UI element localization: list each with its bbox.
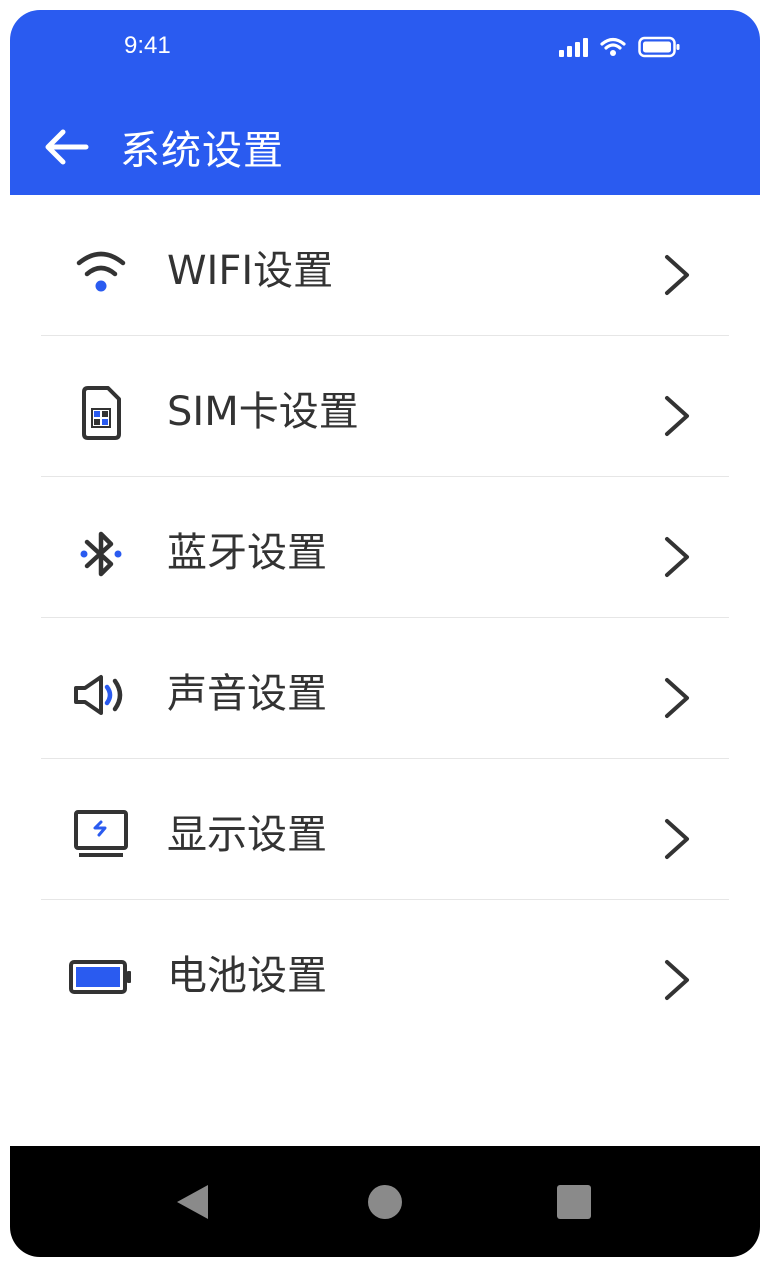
nav-back-button[interactable] — [170, 1180, 214, 1224]
status-icons — [558, 36, 680, 58]
chevron-right-icon — [665, 678, 689, 718]
menu-item-label: 蓝牙设置 — [167, 530, 327, 576]
back-button[interactable] — [36, 122, 96, 172]
app-bar: 9:41 系统设置 — [10, 10, 760, 195]
nav-home-icon — [368, 1185, 402, 1219]
menu-item-display[interactable]: 显示设置 — [10, 759, 760, 900]
status-time: 9:41 — [124, 32, 171, 59]
menu-item-bluetooth[interactable]: 蓝牙设置 — [10, 477, 760, 618]
nav-home-button[interactable] — [363, 1180, 407, 1224]
chevron-right-icon — [665, 960, 689, 1000]
chevron-right-icon — [665, 255, 689, 295]
signal-icon — [559, 38, 588, 57]
chevron-right-icon — [665, 396, 689, 436]
menu-item-label: 声音设置 — [167, 671, 327, 717]
speaker-icon — [68, 662, 134, 728]
menu-item-sound[interactable]: 声音设置 — [10, 618, 760, 759]
menu-item-label: 显示设置 — [167, 812, 327, 858]
sim-card-icon — [68, 380, 134, 446]
menu-item-label: WIFI设置 — [167, 248, 334, 294]
menu-item-battery[interactable]: 电池设置 — [10, 900, 760, 1041]
settings-menu: WIFI设置 SIM卡设置 蓝牙设置 声音设置 显示设置 电池设置 — [10, 195, 760, 1041]
battery-status-icon — [638, 36, 680, 58]
nav-recents-icon — [557, 1185, 591, 1219]
menu-item-sim[interactable]: SIM卡设置 — [10, 336, 760, 477]
arrow-left-icon — [45, 129, 89, 165]
bluetooth-icon — [68, 521, 134, 587]
menu-item-wifi[interactable]: WIFI设置 — [10, 195, 760, 336]
menu-item-label: 电池设置 — [167, 953, 327, 999]
wifi-icon — [68, 239, 134, 305]
page-title: 系统设置 — [120, 128, 284, 174]
battery-icon — [68, 944, 134, 1010]
display-icon — [68, 803, 134, 869]
nav-back-icon — [177, 1185, 208, 1219]
phone-frame: 9:41 系统设置 WIFI设置 SIM卡设置 蓝牙设置 声音设置 显示设置 电… — [10, 10, 760, 1257]
wifi-status-icon — [600, 37, 626, 56]
chevron-right-icon — [665, 819, 689, 859]
chevron-right-icon — [665, 537, 689, 577]
nav-recents-button[interactable] — [552, 1180, 596, 1224]
menu-item-label: SIM卡设置 — [167, 389, 359, 435]
system-nav-bar — [10, 1146, 760, 1257]
